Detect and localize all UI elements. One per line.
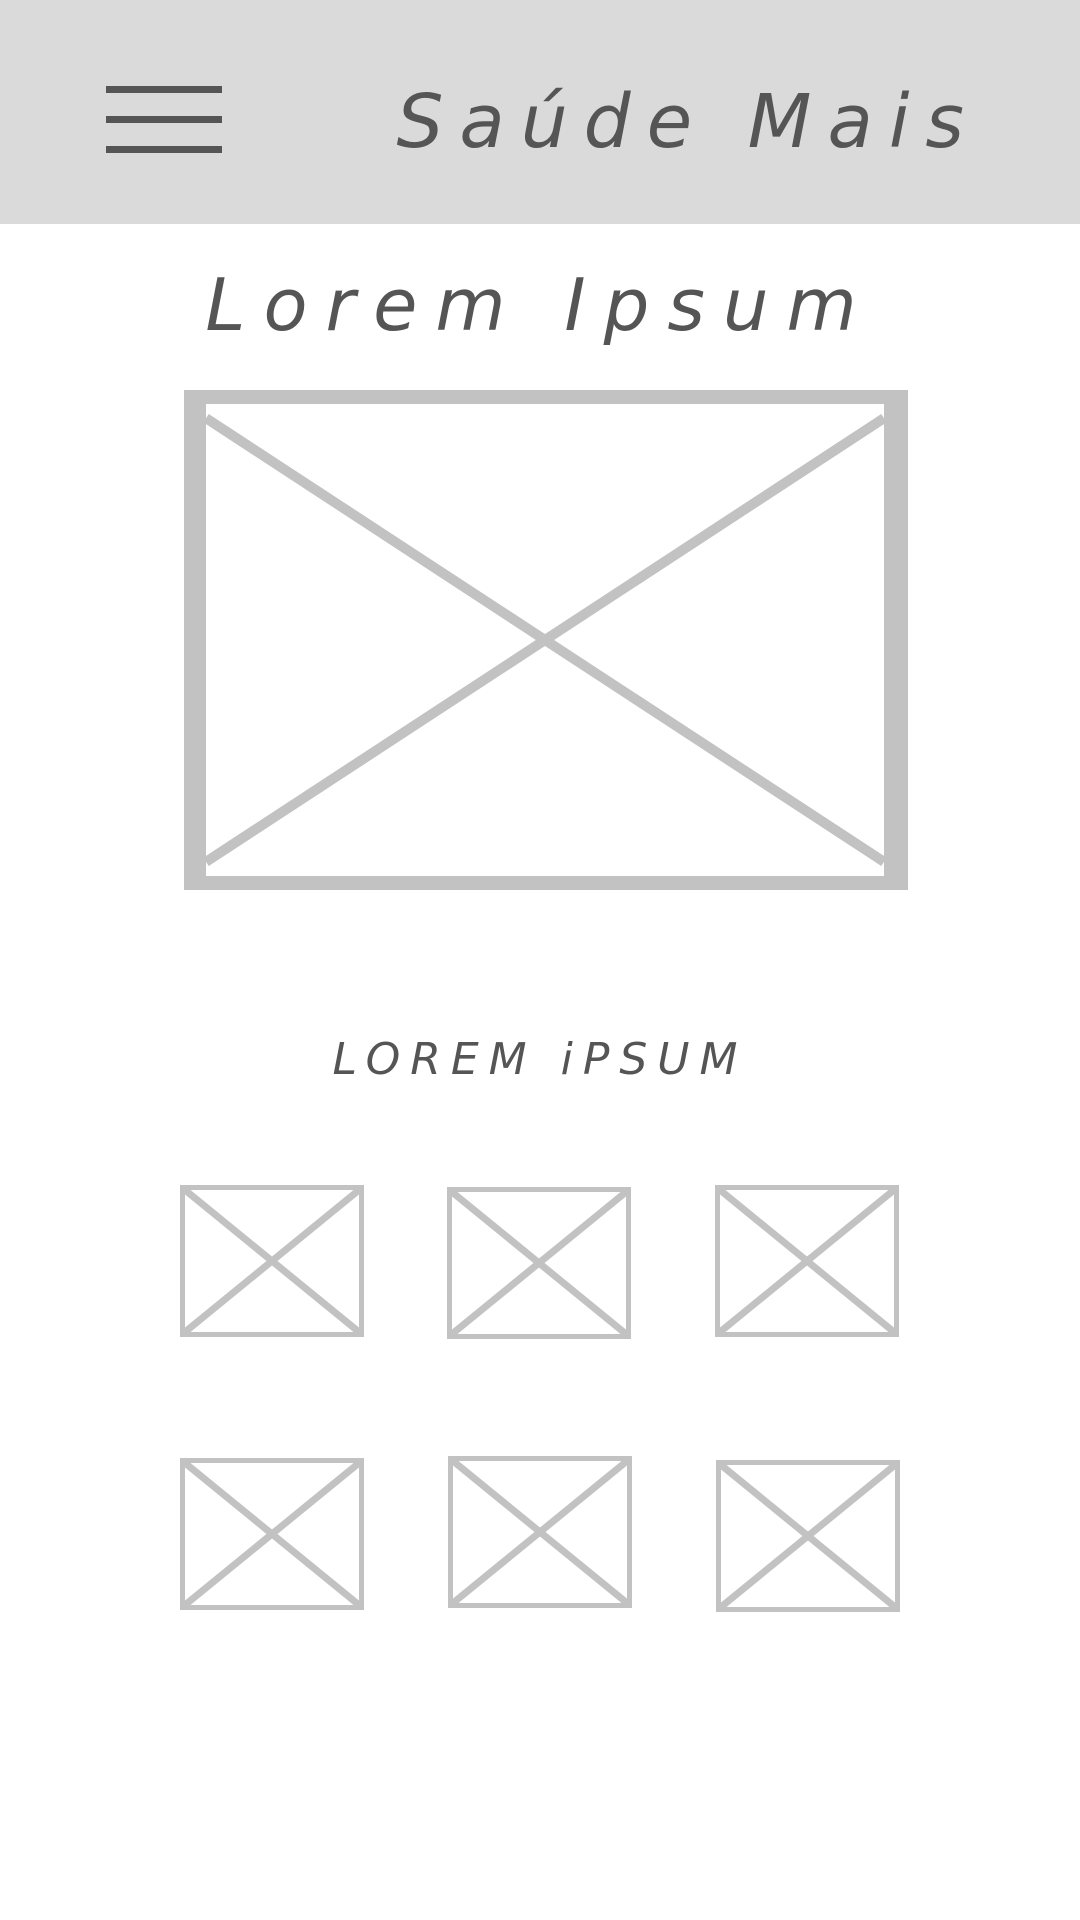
menu-line xyxy=(106,146,222,153)
image-placeholder-icon xyxy=(206,404,884,876)
menu-line xyxy=(106,116,222,123)
app-title: Saúde Mais xyxy=(396,79,980,165)
thumbnail-5[interactable] xyxy=(448,1456,632,1608)
app-header: Saúde Mais xyxy=(0,0,1080,224)
page-title: Lorem Ipsum xyxy=(205,263,875,347)
thumbnail-6[interactable] xyxy=(716,1460,900,1612)
image-placeholder-icon xyxy=(185,1463,359,1605)
thumbnail-2[interactable] xyxy=(447,1187,631,1339)
thumbnail-4[interactable] xyxy=(180,1458,364,1610)
image-placeholder-icon xyxy=(720,1190,894,1332)
thumbnail-3[interactable] xyxy=(715,1185,899,1337)
image-placeholder-icon xyxy=(185,1190,359,1332)
thumbnail-1[interactable] xyxy=(180,1185,364,1337)
hero-image-placeholder xyxy=(184,390,908,890)
image-placeholder-icon xyxy=(721,1465,895,1607)
image-placeholder-icon xyxy=(453,1461,627,1603)
hamburger-menu-icon[interactable] xyxy=(100,80,225,160)
menu-line xyxy=(106,86,222,93)
section-title: LOREM iPSUM xyxy=(332,1034,748,1085)
image-placeholder-icon xyxy=(452,1192,626,1334)
